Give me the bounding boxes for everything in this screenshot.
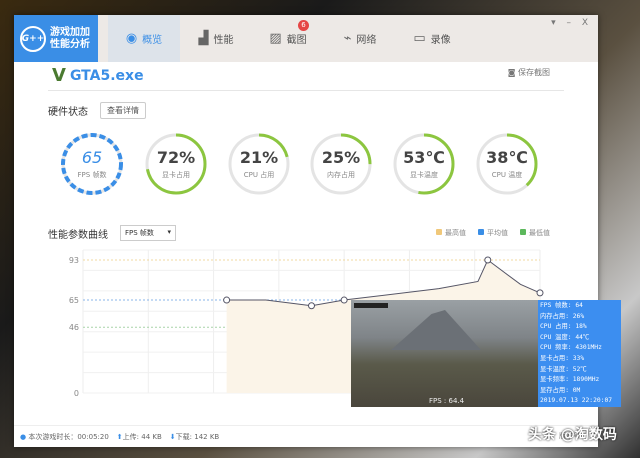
y-tick-label: 0 (74, 389, 79, 398)
osd-line: CPU 占用: 18% (540, 323, 587, 331)
osd-line: CPU 频率: 4301MHz (540, 344, 602, 352)
data-point (223, 296, 231, 304)
osd-line: 显卡温度: 52℃ (540, 365, 587, 373)
osd-line: 2019.07.13 22:20:07 (540, 397, 613, 405)
osd-line: FPS 帧数: 64 (540, 302, 583, 309)
y-tick-label: 65 (69, 296, 79, 305)
app-window: G++ 游戏加加 性能分析 ◉ 概览 ▟ 性能 ▨ 截图 6 ⌁ 网络 ▭ 录像 ▾ – X … (14, 15, 621, 447)
watermark: 头条 @淘数码 (528, 427, 617, 443)
data-point (308, 302, 315, 310)
download: 下载: 142 KB (175, 432, 220, 441)
osd-line: 显存占用: 0M (540, 386, 581, 394)
duration: 本次游戏时长：00:05:20 (28, 432, 109, 441)
footer: ● 本次游戏时长：00:05:20 ⬆上传: 44 KB ⬇下载: 142 KB (14, 425, 598, 447)
osd-line: 内存占用: 26% (540, 312, 585, 320)
preview-toolbar (354, 303, 388, 308)
y-tick-label: 46 (69, 323, 79, 332)
preview-fps: FPS : 64.4 (429, 397, 465, 405)
upload: 上传: 44 KB (122, 432, 162, 441)
clock-icon: ● (20, 432, 27, 441)
data-point (536, 289, 544, 297)
data-point (484, 256, 492, 264)
data-point (340, 296, 348, 304)
osd-panel: FPS 帧数: 64 内存占用: 26% CPU 占用: 18% CPU 温度: 44… (538, 300, 621, 407)
osd-line: 显卡频率: 1890MHz (540, 376, 600, 384)
osd-line: 显卡占用: 33% (540, 354, 585, 362)
osd-line: CPU 温度: 44℃ (540, 333, 590, 341)
y-tick-label: 93 (69, 256, 79, 265)
game-screenshot-preview[interactable]: FPS : 64.4 (351, 300, 538, 407)
